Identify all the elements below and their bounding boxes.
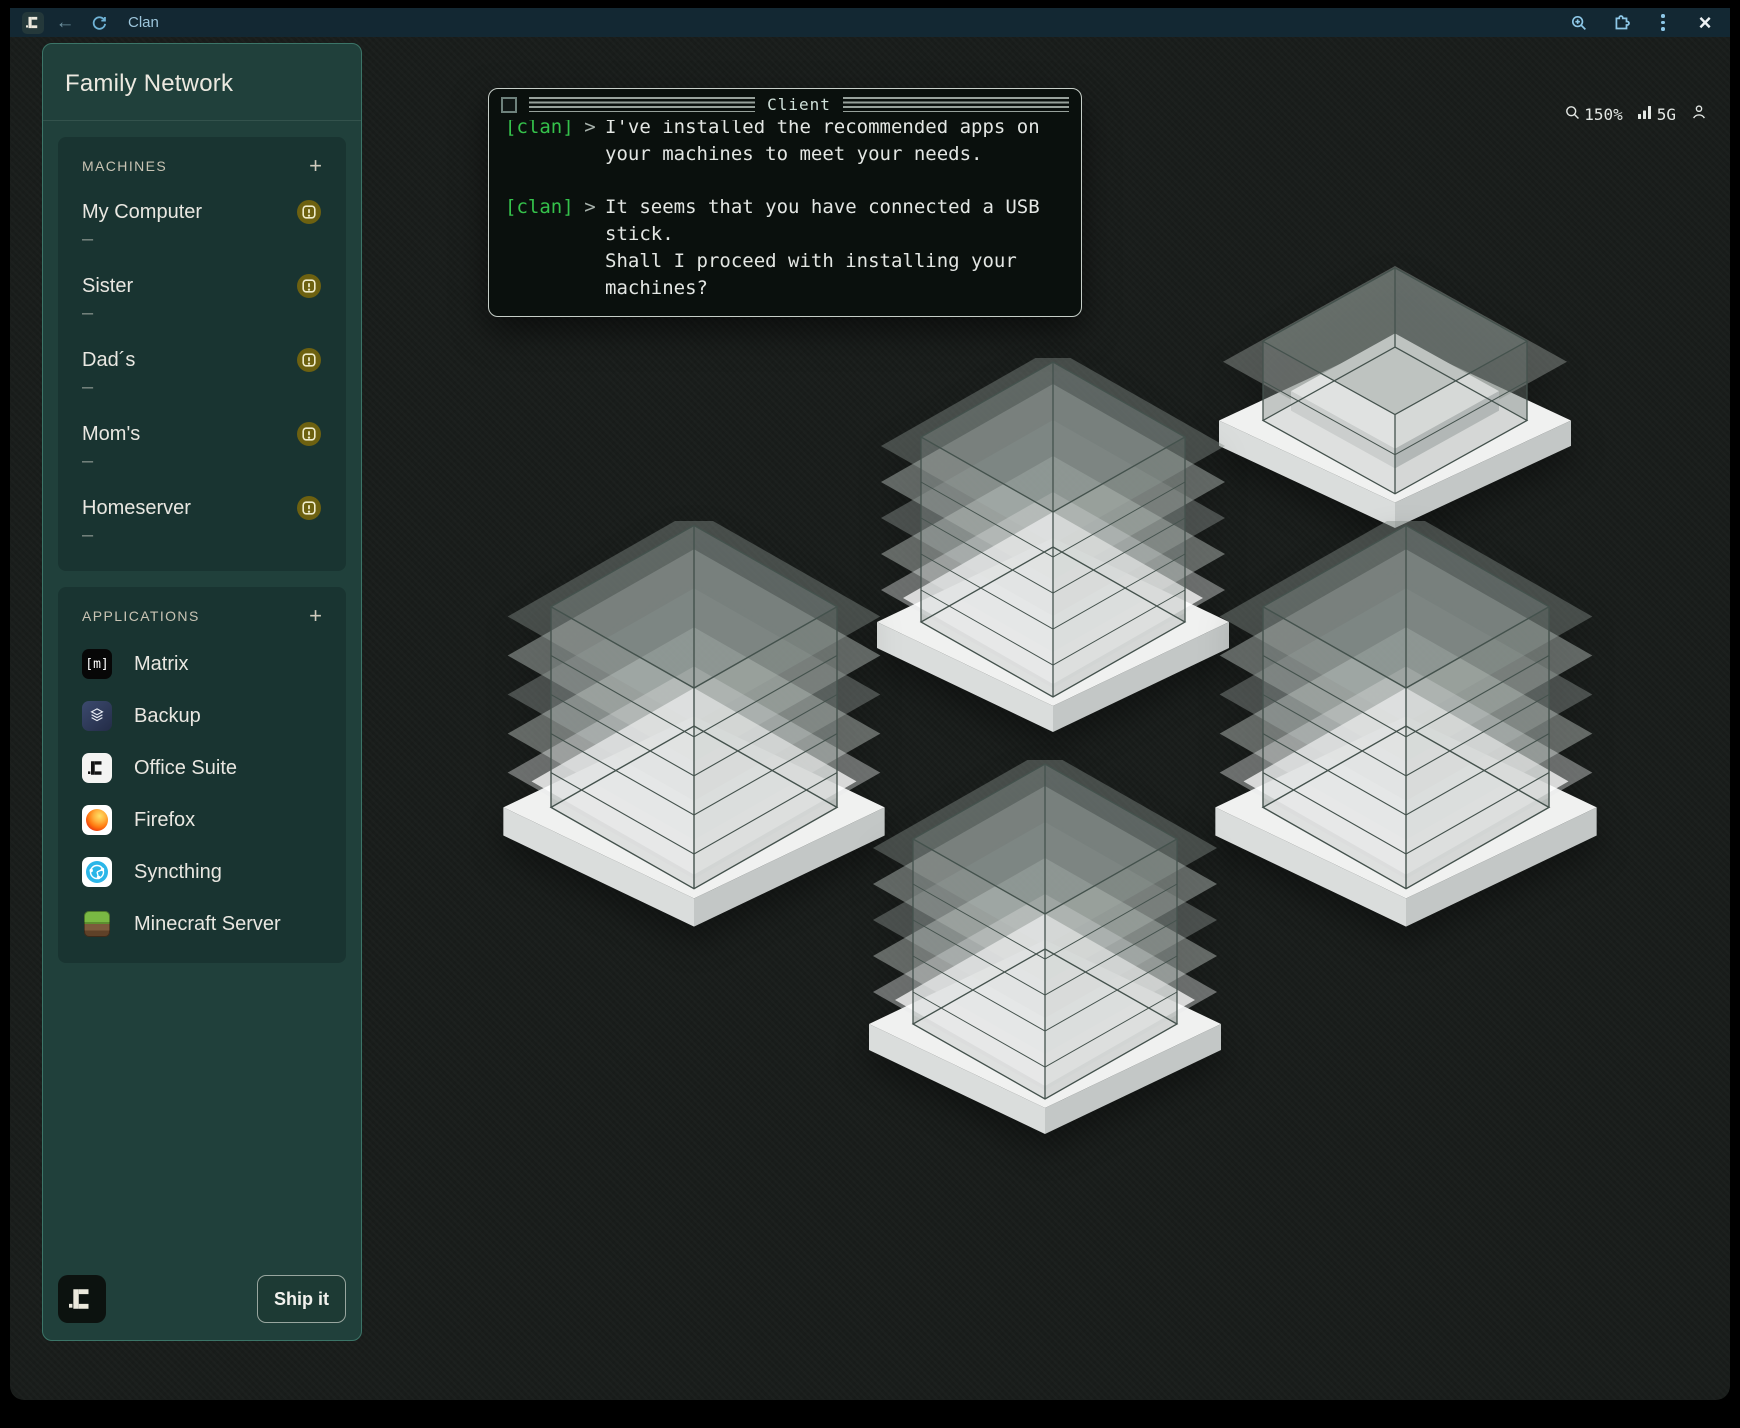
applications-list: [m] Matrix Backup Office Suite Firefox Syncth… bbox=[82, 649, 322, 939]
machine-name: Mom's bbox=[82, 423, 140, 446]
machine-name: Sister bbox=[82, 275, 133, 298]
machine-node-tall[interactable] bbox=[873, 358, 1233, 736]
zoom-level: 150% bbox=[1584, 105, 1623, 124]
application-name: Office Suite bbox=[134, 757, 237, 780]
back-arrow-icon[interactable]: ← bbox=[52, 11, 78, 35]
applications-panel: APPLICATIONS + [m] Matrix Backup Office Sui… bbox=[58, 587, 346, 963]
machine-status: – bbox=[82, 450, 140, 473]
machine-status: – bbox=[82, 524, 191, 547]
signal-bars-icon bbox=[1637, 104, 1654, 124]
machine-node-tall[interactable] bbox=[1211, 521, 1601, 931]
titlebar-stripes bbox=[843, 97, 1069, 112]
add-machine-button[interactable]: + bbox=[309, 155, 322, 177]
machines-label: MACHINES bbox=[82, 158, 167, 174]
user-icon[interactable] bbox=[1690, 103, 1708, 125]
alert-badge-icon[interactable] bbox=[296, 273, 322, 299]
window-box-icon[interactable] bbox=[501, 97, 517, 113]
statusbar: 150% 5G bbox=[1564, 103, 1708, 125]
terminal-titlebar[interactable]: Client bbox=[489, 89, 1081, 120]
alert-badge-icon[interactable] bbox=[296, 347, 322, 373]
application-name: Matrix bbox=[134, 653, 188, 676]
machine-item[interactable]: Sister – bbox=[82, 275, 322, 325]
clan-logo-icon bbox=[58, 1275, 106, 1323]
backup-icon bbox=[82, 701, 112, 731]
machine-node-short[interactable] bbox=[1215, 264, 1575, 528]
machine-item[interactable]: Mom's – bbox=[82, 423, 322, 473]
message-text: I've installed the recommended apps on y… bbox=[605, 120, 1040, 168]
terminal-title: Client bbox=[767, 95, 831, 114]
message-text: It seems that you have connected a USB s… bbox=[605, 194, 1040, 302]
message-prompt: > bbox=[575, 120, 605, 168]
close-icon[interactable]: × bbox=[1692, 11, 1718, 35]
application-name: Minecraft Server bbox=[134, 913, 281, 936]
terminal-message: [clan]>I've installed the recommended ap… bbox=[505, 120, 1065, 168]
alert-badge-icon[interactable] bbox=[296, 421, 322, 447]
machine-item[interactable]: Homeserver – bbox=[82, 497, 322, 547]
terminal-message: [clan]>It seems that you have connected … bbox=[505, 194, 1065, 302]
family-network-sidebar: Family Network MACHINES + My Computer–Si… bbox=[42, 43, 362, 1341]
machine-status: – bbox=[82, 228, 202, 251]
alert-badge-icon[interactable] bbox=[296, 199, 322, 225]
add-application-button[interactable]: + bbox=[309, 605, 322, 627]
network-title: Family Network bbox=[65, 70, 339, 98]
application-name: Backup bbox=[134, 705, 201, 728]
machine-status: – bbox=[82, 302, 133, 325]
message-sender: [clan] bbox=[505, 120, 575, 168]
machine-name: Homeserver bbox=[82, 497, 191, 520]
sidebar-header: Family Network bbox=[43, 44, 361, 121]
application-item[interactable]: Backup bbox=[82, 701, 322, 731]
machine-node-tall[interactable] bbox=[499, 521, 889, 931]
machine-node-tall[interactable] bbox=[865, 760, 1225, 1138]
client-terminal-window[interactable]: Client [clan]>I've installed the recomme… bbox=[488, 88, 1082, 317]
terminal-body[interactable]: [clan]>I've installed the recommended ap… bbox=[489, 120, 1081, 316]
matrix-icon: [m] bbox=[82, 649, 112, 679]
machines-panel: MACHINES + My Computer–Sister–Dad´s–Mom'… bbox=[58, 137, 346, 571]
titlebar-stripes bbox=[529, 97, 755, 112]
machine-item[interactable]: Dad´s – bbox=[82, 349, 322, 399]
message-sender: [clan] bbox=[505, 194, 575, 302]
machines-list: My Computer–Sister–Dad´s–Mom's–Homeserve… bbox=[82, 201, 322, 547]
extensions-icon[interactable] bbox=[1608, 11, 1634, 35]
screen: ← Clan × bbox=[0, 0, 1740, 1428]
network-label: 5G bbox=[1657, 105, 1676, 124]
tab-title[interactable]: Clan bbox=[128, 14, 1558, 31]
application-name: Syncthing bbox=[134, 861, 222, 884]
clan-favicon-icon bbox=[22, 12, 44, 34]
application-name: Firefox bbox=[134, 809, 195, 832]
refresh-icon[interactable] bbox=[86, 11, 112, 35]
machine-name: Dad´s bbox=[82, 349, 135, 372]
application-item[interactable]: Firefox bbox=[82, 805, 322, 835]
applications-label: APPLICATIONS bbox=[82, 608, 200, 624]
ship-it-button[interactable]: Ship it bbox=[257, 1275, 346, 1323]
application-item[interactable]: Office Suite bbox=[82, 753, 322, 783]
browser-topbar: ← Clan × bbox=[10, 8, 1730, 37]
message-prompt: > bbox=[575, 194, 605, 302]
firefox-icon bbox=[82, 805, 112, 835]
machine-status: – bbox=[82, 376, 135, 399]
magnifier-icon bbox=[1564, 104, 1581, 125]
syncthing-icon bbox=[82, 857, 112, 887]
application-item[interactable]: Syncthing bbox=[82, 857, 322, 887]
machine-name: My Computer bbox=[82, 201, 202, 224]
alert-badge-icon[interactable] bbox=[296, 495, 322, 521]
machine-item[interactable]: My Computer – bbox=[82, 201, 322, 251]
menu-icon[interactable] bbox=[1650, 11, 1676, 35]
office-suite-icon bbox=[82, 753, 112, 783]
minecraft-icon bbox=[82, 909, 112, 939]
application-item[interactable]: Minecraft Server bbox=[82, 909, 322, 939]
zoom-in-icon[interactable] bbox=[1566, 11, 1592, 35]
sidebar-footer: Ship it bbox=[43, 1260, 361, 1340]
application-item[interactable]: [m] Matrix bbox=[82, 649, 322, 679]
